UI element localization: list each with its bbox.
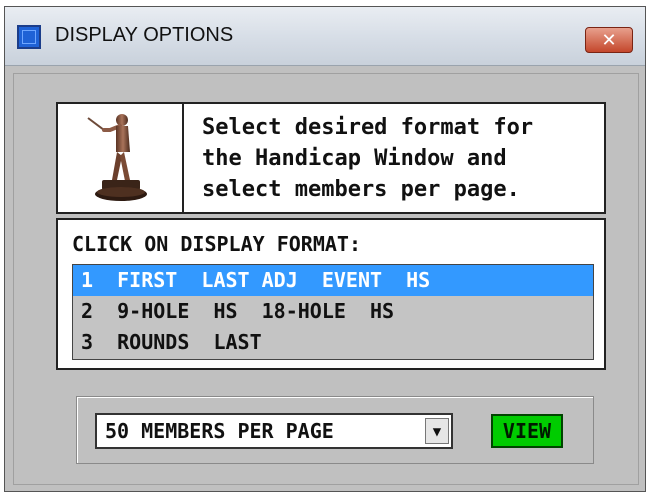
format-option-3[interactable]: 3 ROUNDS LAST [73,327,593,358]
window-title: DISPLAY OPTIONS [55,24,234,46]
format-option-2[interactable]: 2 9-HOLE HS 18-HOLE HS [73,296,593,327]
app-icon [17,25,41,49]
close-button[interactable]: ✕ [585,27,633,53]
dialog-body: Select desired format for the Handicap W… [13,73,639,485]
instructions-line-2: the Handicap Window and [202,146,507,171]
instructions-line-1: Select desired format for [202,115,534,140]
instructions-text: Select desired format for the Handicap W… [202,112,602,205]
close-icon: ✕ [601,30,617,51]
dropdown-button[interactable]: ▼ [425,418,449,444]
format-label: CLICK ON DISPLAY FORMAT: [72,232,361,256]
chevron-down-icon: ▼ [432,424,442,440]
members-per-page-bar: 50 MEMBERS PER PAGE ▼ VIEW [76,396,594,464]
members-per-page-select[interactable]: 50 MEMBERS PER PAGE ▼ [95,413,453,449]
display-options-window: DISPLAY OPTIONS ✕ Select desired format … [4,6,646,492]
display-format-panel: CLICK ON DISPLAY FORMAT: 1 FIRST LAST AD… [56,218,606,370]
view-button[interactable]: VIEW [491,414,563,448]
format-list[interactable]: 1 FIRST LAST ADJ EVENT HS 2 9-HOLE HS 18… [72,264,594,360]
instructions-line-3: select members per page. [202,177,520,202]
members-per-page-value: 50 MEMBERS PER PAGE [105,419,334,443]
title-bar[interactable]: DISPLAY OPTIONS ✕ [5,7,645,66]
instructions-panel: Select desired format for the Handicap W… [56,102,606,214]
golfer-trophy-image [58,104,184,212]
format-option-1[interactable]: 1 FIRST LAST ADJ EVENT HS [73,265,593,296]
